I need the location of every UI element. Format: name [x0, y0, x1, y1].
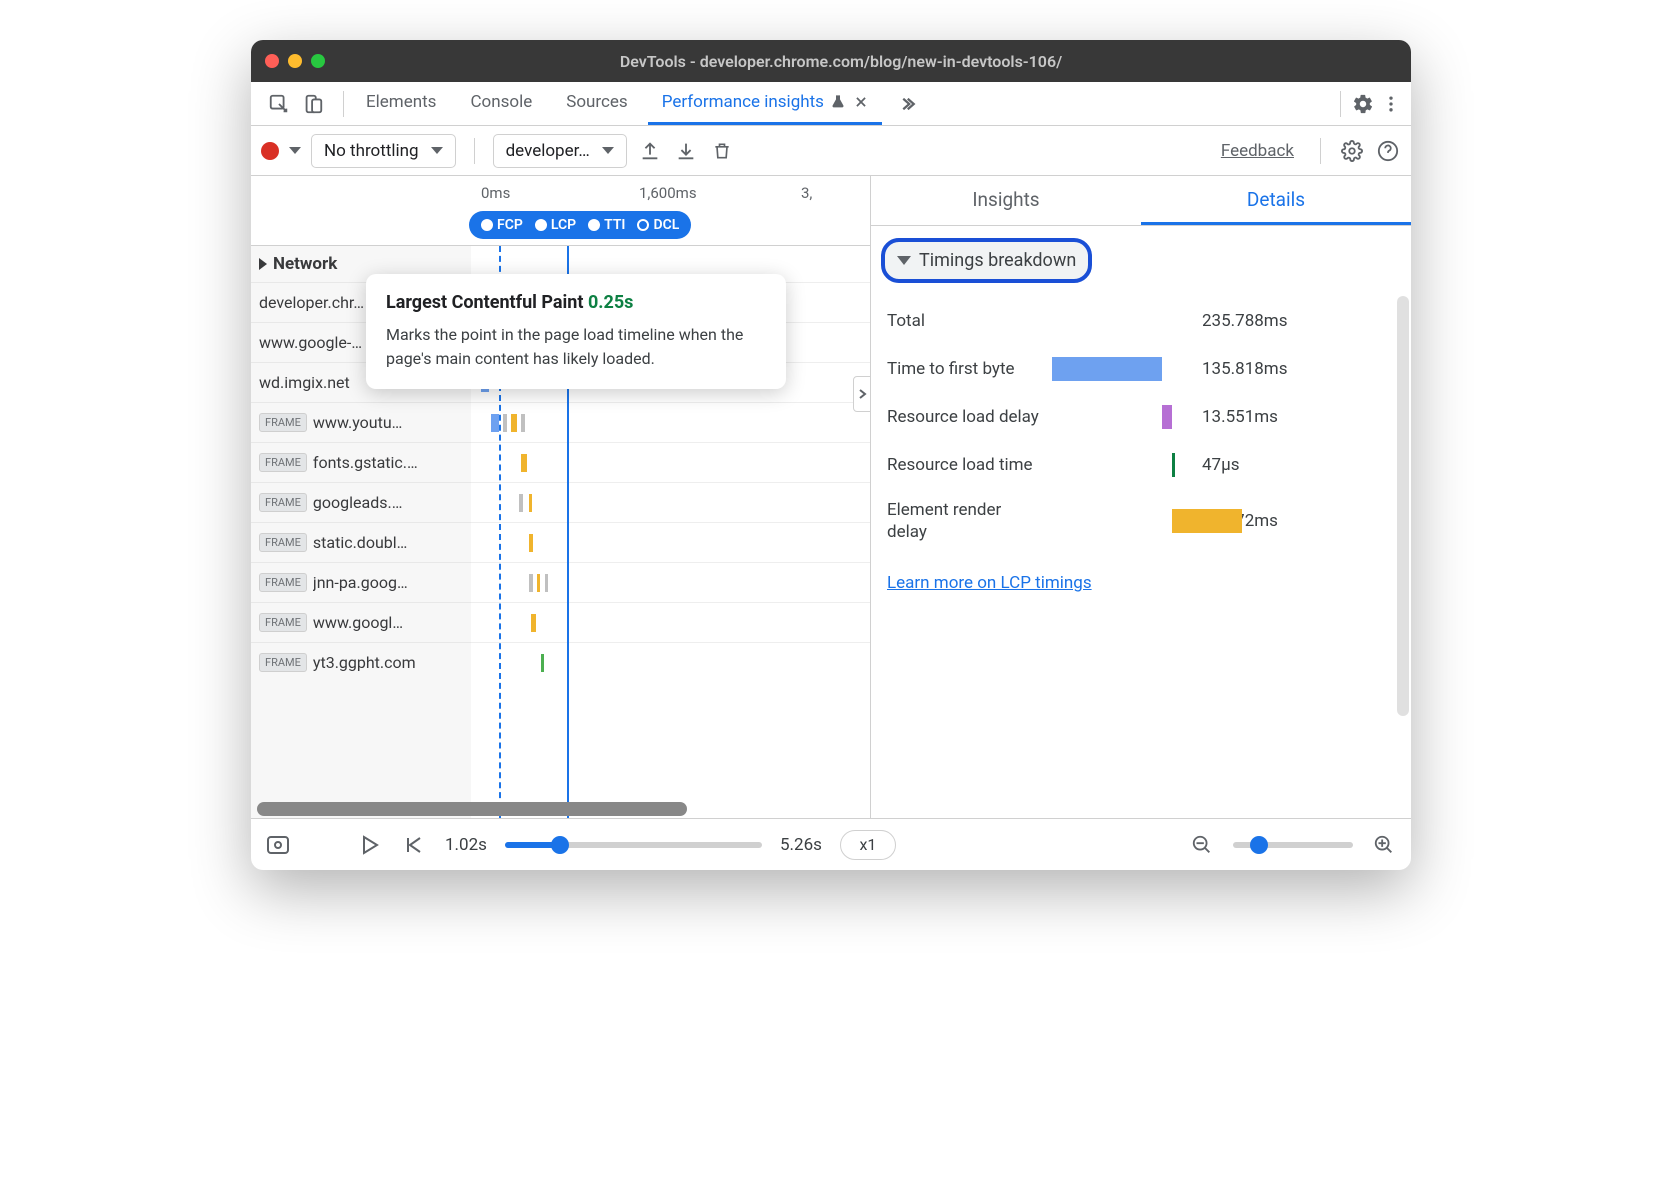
throttling-value: No throttling: [324, 141, 419, 161]
record-menu-caret[interactable]: [289, 147, 301, 154]
pane-expand-handle[interactable]: [853, 376, 871, 412]
skip-back-icon[interactable]: [401, 832, 427, 858]
close-window-button[interactable]: [265, 54, 279, 68]
devtools-window: DevTools - developer.chrome.com/blog/new…: [251, 40, 1411, 870]
total-time: 5.26s: [780, 835, 822, 855]
timeline-header[interactable]: 0ms 1,600ms 3, FCP LCP TTI DCL: [251, 176, 870, 246]
breakdown-row: Element render delay 86.372ms: [887, 489, 1395, 553]
help-icon[interactable]: [1375, 138, 1401, 164]
panel-settings-icon[interactable]: [1339, 138, 1365, 164]
performance-toolbar: No throttling developer… Feedback: [251, 126, 1411, 176]
time-tick: 1,600ms: [639, 184, 697, 202]
tab-sources[interactable]: Sources: [552, 82, 641, 125]
breakdown-bar: [1052, 307, 1192, 335]
breakdown-label: Resource load delay: [887, 406, 1042, 428]
breakdown-bar: [1052, 403, 1192, 431]
tab-insights[interactable]: Insights: [871, 176, 1141, 225]
throttling-select[interactable]: No throttling: [311, 134, 456, 168]
breakdown-row: Resource load time 47µs: [887, 441, 1395, 489]
breakdown-label: Time to first byte: [887, 358, 1042, 380]
detail-tabs: Insights Details: [871, 176, 1411, 226]
marker-fcp[interactable]: FCP: [477, 217, 527, 233]
play-icon[interactable]: [357, 832, 383, 858]
right-pane: Insights Details Timings breakdown Total…: [871, 176, 1411, 818]
record-button[interactable]: [261, 142, 279, 160]
tooltip-title: Largest Contentful Paint 0.25s: [386, 292, 766, 313]
experiment-icon: [830, 94, 846, 110]
traffic-lights: [265, 54, 325, 68]
panel-tabs: Elements Console Sources Performance ins…: [352, 82, 926, 125]
delete-icon[interactable]: [709, 138, 735, 164]
learn-more-link[interactable]: Learn more on LCP timings: [887, 573, 1395, 593]
content-area: 0ms 1,600ms 3, FCP LCP TTI DCL Network: [251, 176, 1411, 818]
vertical-scrollbar[interactable]: [1397, 296, 1409, 716]
breakdown-bar: [1052, 507, 1192, 535]
preview-icon[interactable]: [265, 832, 291, 858]
breakdown-title: Timings breakdown: [919, 250, 1076, 271]
lcp-tooltip: Largest Contentful Paint 0.25s Marks the…: [366, 274, 786, 389]
export-icon[interactable]: [637, 138, 663, 164]
collapse-icon: [897, 256, 911, 265]
marker-lcp[interactable]: LCP: [531, 217, 580, 233]
breakdown-value: 13.551ms: [1202, 407, 1278, 427]
chevron-down-icon: [431, 147, 443, 154]
tab-console[interactable]: Console: [456, 82, 546, 125]
minimize-window-button[interactable]: [288, 54, 302, 68]
left-pane: 0ms 1,600ms 3, FCP LCP TTI DCL Network: [251, 176, 871, 818]
tab-details[interactable]: Details: [1141, 176, 1411, 225]
playback-bar: 1.02s 5.26s x1: [251, 818, 1411, 870]
settings-gear-icon[interactable]: [1349, 90, 1377, 118]
breakdown-value: 235.788ms: [1202, 311, 1288, 331]
breakdown-rows: Total 235.788msTime to first byte 135.81…: [871, 291, 1411, 559]
panel-tabbar: Elements Console Sources Performance ins…: [251, 82, 1411, 126]
marker-dcl[interactable]: DCL: [633, 217, 683, 233]
horizontal-scrollbar[interactable]: [257, 802, 687, 816]
zoom-slider[interactable]: [1233, 842, 1353, 848]
tooltip-description: Marks the point in the page load timelin…: [386, 323, 766, 371]
time-tick: 0ms: [481, 184, 510, 202]
zoom-out-icon[interactable]: [1189, 832, 1215, 858]
breakdown-label: Resource load time: [887, 454, 1042, 476]
tab-performance-insights[interactable]: Performance insights: [648, 82, 882, 125]
close-tab-icon[interactable]: [854, 95, 868, 109]
current-time: 1.02s: [445, 835, 487, 855]
timings-breakdown-header[interactable]: Timings breakdown: [881, 238, 1092, 283]
origin-select[interactable]: developer…: [493, 134, 627, 168]
more-tabs-icon[interactable]: [888, 95, 926, 113]
device-toolbar-icon[interactable]: [299, 90, 327, 118]
breakdown-row: Total 235.788ms: [887, 297, 1395, 345]
inspect-element-icon[interactable]: [265, 90, 293, 118]
breakdown-label: Element render delay: [887, 499, 1042, 543]
timing-markers[interactable]: FCP LCP TTI DCL: [469, 211, 691, 239]
marker-tti[interactable]: TTI: [584, 217, 629, 233]
breakdown-bar: [1052, 451, 1192, 479]
time-tick: 3,: [801, 184, 812, 202]
breakdown-value: 135.818ms: [1202, 359, 1288, 379]
breakdown-row: Time to first byte 135.818ms: [887, 345, 1395, 393]
window-title: DevTools - developer.chrome.com/blog/new…: [325, 52, 1397, 71]
titlebar: DevTools - developer.chrome.com/blog/new…: [251, 40, 1411, 82]
maximize-window-button[interactable]: [311, 54, 325, 68]
breakdown-label: Total: [887, 310, 1042, 332]
zoom-in-icon[interactable]: [1371, 832, 1397, 858]
import-icon[interactable]: [673, 138, 699, 164]
breakdown-value: 47µs: [1202, 455, 1240, 475]
kebab-menu-icon[interactable]: [1377, 90, 1405, 118]
origin-value: developer…: [506, 141, 590, 161]
time-scrubber[interactable]: [505, 842, 762, 848]
tab-elements[interactable]: Elements: [352, 82, 450, 125]
breakdown-row: Resource load delay 13.551ms: [887, 393, 1395, 441]
playback-speed[interactable]: x1: [840, 830, 896, 860]
breakdown-bar: [1052, 355, 1192, 383]
feedback-link[interactable]: Feedback: [1221, 141, 1294, 161]
chevron-down-icon: [602, 147, 614, 154]
tab-label: Performance insights: [662, 92, 824, 112]
